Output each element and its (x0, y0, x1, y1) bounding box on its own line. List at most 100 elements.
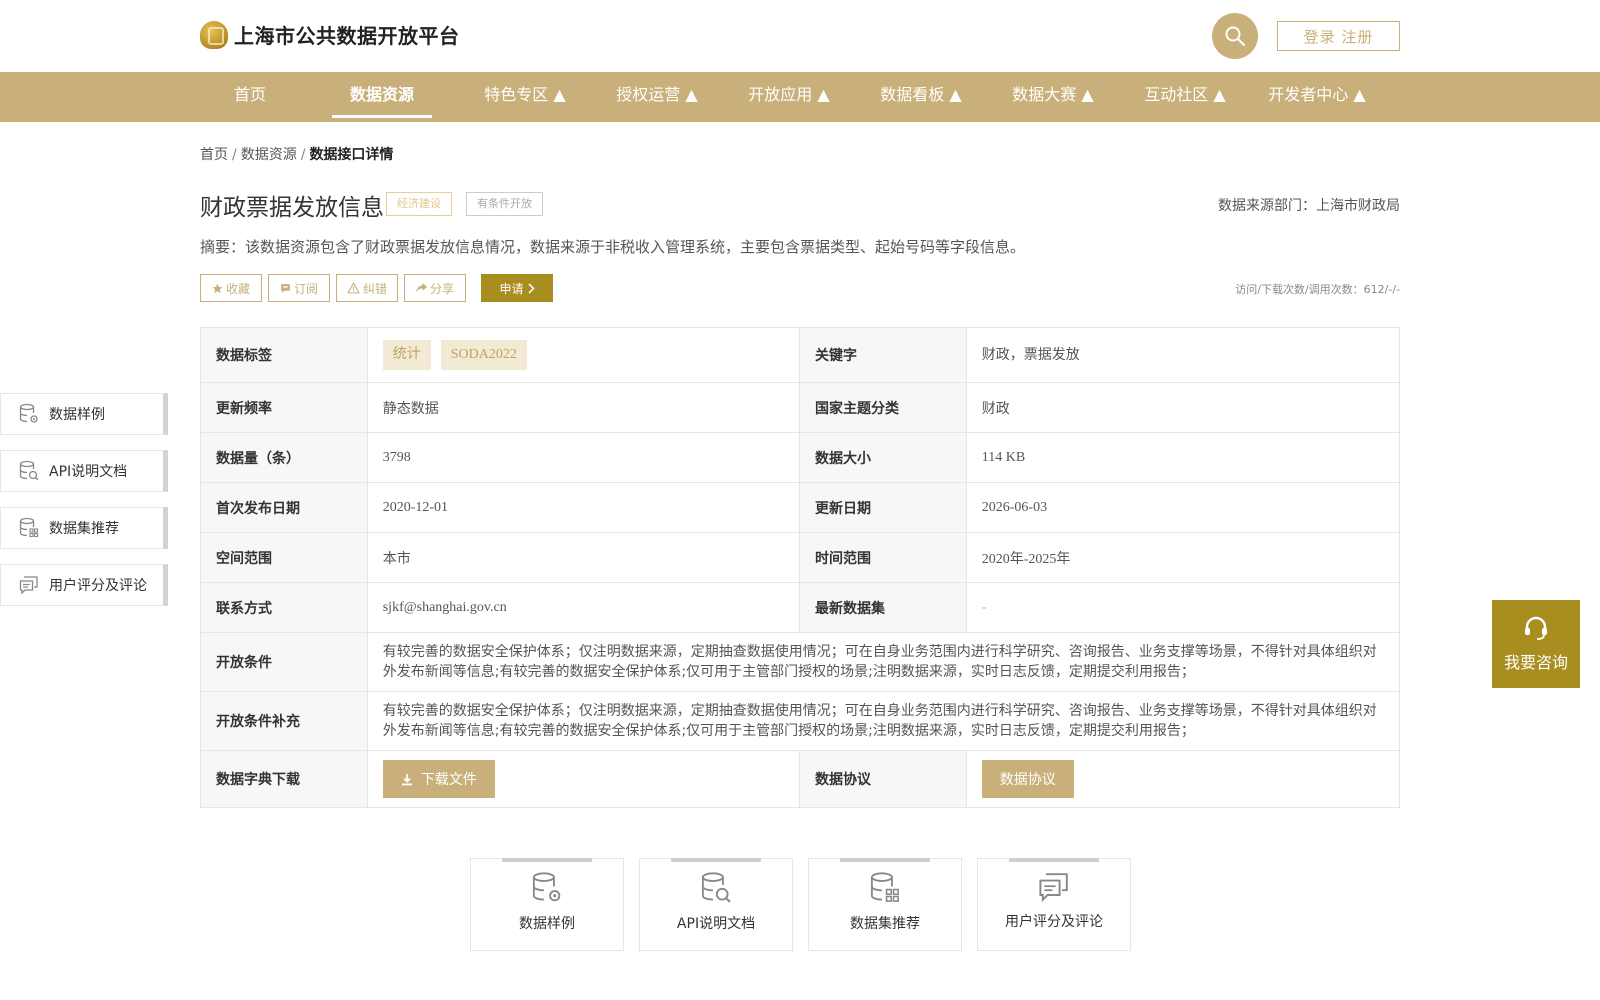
table-row: 首次发布日期 2020-12-01 更新日期 2026-06-03 (201, 483, 1399, 533)
update-date-value: 2026-06-03 (981, 499, 1048, 515)
star-icon (212, 283, 223, 293)
breadcrumb-separator: / (300, 147, 306, 163)
card-dataset-recommend[interactable]: 数据集推荐 (808, 858, 962, 951)
nav-data-contest[interactable]: 数据大赛 ▲ (994, 72, 1112, 122)
page-title: 财政票据发放信息 (200, 195, 384, 221)
share-icon (415, 283, 427, 293)
apply-button[interactable]: 申请 (481, 274, 553, 302)
card-data-sample[interactable]: 数据样例 (470, 858, 624, 951)
favorite-label: 收藏 (225, 281, 250, 296)
open-type-tag: 有条件开放 (466, 192, 543, 216)
search-button[interactable] (1212, 13, 1258, 59)
record-count-label: 数据量（条） (201, 433, 368, 482)
side-data-sample[interactable]: 数据样例 (0, 393, 168, 435)
nav-data-dashboard[interactable]: 数据看板 ▲ (862, 72, 980, 122)
report-error-label: 纠错 (362, 281, 387, 296)
nav-authorized-ops[interactable]: 授权运营 ▲ (598, 72, 716, 122)
keywords-value: 财政，票据发放 (981, 347, 1080, 363)
card-api-doc-label: API说明文档 (676, 916, 756, 932)
frequency-value: 静态数据 (368, 383, 801, 432)
download-file-button[interactable]: 下载文件 (382, 760, 495, 798)
nav-home[interactable]: 首页 (218, 72, 282, 122)
theme-label: 国家主题分类 (800, 383, 967, 432)
side-api-doc-label: API说明文档 (49, 464, 128, 480)
consult-button[interactable]: 我要咨询 (1492, 600, 1580, 688)
contact-label: 联系方式 (201, 583, 368, 632)
dataset-info-table: 数据标签 统计 SODA2022 关键字 财政，票据发放 更新频率 静态数据 国… (200, 327, 1400, 808)
search-icon (1225, 26, 1246, 47)
nav-developer-center[interactable]: 开发者中心 ▲ (1258, 72, 1376, 122)
nav-special-zone[interactable]: 特色专区 ▲ (466, 72, 584, 122)
dictionary-download-cell: 下载文件 (368, 751, 801, 807)
table-row: 数据字典下载 下载文件 数据协议 数据协议 (201, 751, 1399, 808)
dictionary-download-label: 数据字典下载 (201, 751, 368, 807)
breadcrumb-data-resources[interactable]: 数据资源 (241, 147, 297, 163)
nav-community[interactable]: 互动社区 ▲ (1126, 72, 1244, 122)
record-count-value: 3798 (368, 433, 801, 482)
table-row: 更新频率 静态数据 国家主题分类 财政 (201, 383, 1399, 433)
access-stats: 访问/下载次数/调用次数：612/-/- (1235, 283, 1400, 296)
table-row: 开放条件 有较完善的数据安全保护体系；仅注明数据来源，定期抽查数据使用情况；可在… (201, 633, 1399, 692)
subscribe-icon (281, 283, 290, 293)
main-nav: 首页 数据资源 特色专区 ▲ 授权运营 ▲ 开放应用 ▲ 数据看板 ▲ 数据大赛… (0, 72, 1600, 122)
tag-chip[interactable]: 统计 (382, 340, 431, 370)
nav-open-apps[interactable]: 开放应用 ▲ (730, 72, 848, 122)
open-conditions-value: 有较完善的数据安全保护体系；仅注明数据来源，定期抽查数据使用情况；可在自身业务范… (382, 644, 1377, 680)
login-register-button[interactable]: 登录 注册 (1277, 21, 1400, 51)
card-data-sample-label: 数据样例 (519, 916, 575, 932)
table-row: 数据标签 统计 SODA2022 关键字 财政，票据发放 (201, 328, 1399, 383)
side-dataset-recommend[interactable]: 数据集推荐 (0, 507, 168, 549)
nav-data-resources[interactable]: 数据资源 (332, 72, 432, 122)
breadcrumb-separator: / (232, 147, 237, 163)
header: 上海市公共数据开放平台 登录 注册 (0, 0, 1600, 72)
side-api-doc[interactable]: API说明文档 (0, 450, 168, 492)
update-date-label: 更新日期 (800, 483, 967, 532)
latest-dataset-label: 最新数据集 (800, 583, 967, 632)
table-row: 开放条件补充 有较完善的数据安全保护体系；仅注明数据来源，定期抽查数据使用情况；… (201, 692, 1399, 751)
card-user-comments[interactable]: 用户评分及评论 (977, 858, 1131, 951)
side-data-sample-label: 数据样例 (49, 407, 105, 423)
tag-chip[interactable]: SODA2022 (440, 340, 527, 370)
consult-label: 我要咨询 (1503, 653, 1568, 672)
download-file-label: 下载文件 (420, 772, 477, 788)
site-logo[interactable]: 上海市公共数据开放平台 (200, 20, 460, 49)
chevron-right-icon (527, 282, 535, 294)
report-error-button[interactable]: 纠错 (336, 274, 398, 302)
spatial-range-label: 空间范围 (201, 533, 368, 582)
subscribe-button[interactable]: 订阅 (268, 274, 330, 302)
database-grid-icon (19, 517, 39, 538)
logo-emblem-icon (200, 20, 228, 49)
download-icon (401, 773, 412, 785)
table-row: 数据量（条） 3798 数据大小 114 KB (201, 433, 1399, 483)
source-department: 数据来源部门：上海市财政局 (1218, 198, 1400, 214)
card-api-doc[interactable]: API说明文档 (639, 858, 793, 951)
apply-label: 申请 (499, 281, 524, 296)
site-title: 上海市公共数据开放平台 (234, 24, 460, 48)
comment-icon (19, 576, 38, 595)
open-conditions-supplement-label: 开放条件补充 (201, 692, 368, 750)
side-user-comments[interactable]: 用户评分及评论 (0, 564, 168, 606)
breadcrumb-home[interactable]: 首页 (200, 147, 228, 163)
database-gear-icon (532, 872, 561, 902)
latest-dataset-value: - (981, 599, 987, 615)
time-range-value: 2020年-2025年 (981, 551, 1071, 567)
database-gear-icon (19, 403, 38, 423)
favorite-button[interactable]: 收藏 (200, 274, 262, 302)
table-row: 空间范围 本市 时间范围 2020年-2025年 (201, 533, 1399, 583)
share-button[interactable]: 分享 (404, 274, 466, 302)
dataset-summary: 摘要：该数据资源包含了财政票据发放信息情况，数据来源于非税收入管理系统，主要包含… (200, 238, 1026, 256)
data-size-value: 114 KB (981, 449, 1026, 465)
open-conditions-label: 开放条件 (201, 633, 368, 691)
side-user-comments-label: 用户评分及评论 (49, 578, 147, 594)
database-search-icon (701, 872, 731, 903)
frequency-label: 更新频率 (201, 383, 368, 432)
data-agreement-button[interactable]: 数据协议 (981, 760, 1074, 798)
comment-icon (1039, 873, 1068, 903)
subscribe-label: 订阅 (293, 281, 318, 296)
breadcrumb: 首页 / 数据资源 / 数据接口详情 (200, 144, 393, 164)
theme-value: 财政 (981, 400, 1010, 417)
breadcrumb-current: 数据接口详情 (309, 147, 394, 163)
category-tag: 经济建设 (386, 192, 452, 216)
tags-value: 统计 SODA2022 (368, 328, 801, 382)
spatial-range-value: 本市 (368, 533, 801, 582)
